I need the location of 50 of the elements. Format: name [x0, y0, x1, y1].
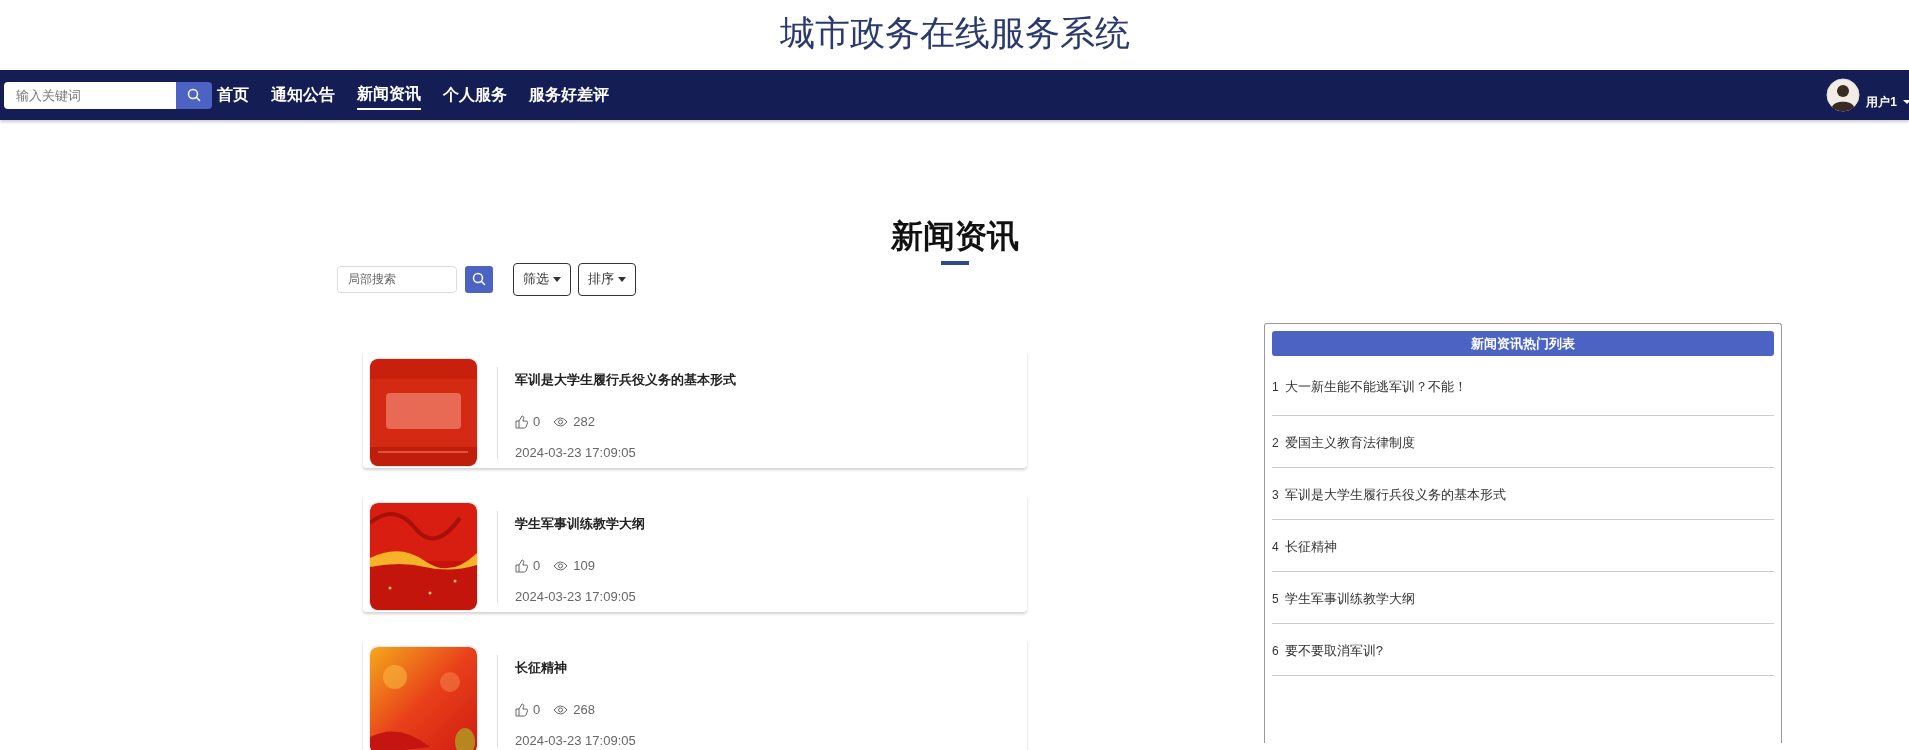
keyword-search-field[interactable]: 输入关键词	[4, 81, 176, 109]
eye-icon	[553, 560, 569, 571]
eye-icon	[553, 416, 569, 427]
hot-news-link[interactable]: 大一新生能不能逃军训？不能！	[1284, 377, 1467, 396]
nav-tab[interactable]: 服务好差评	[529, 80, 609, 110]
hot-news-link[interactable]: 学生军事训练教学大纲	[1284, 589, 1415, 608]
rank-number: 3	[1272, 487, 1279, 502]
news-date: 2024-03-23 17:09:05	[515, 733, 636, 748]
eye-icon	[553, 704, 569, 715]
rank-number: 2	[1272, 435, 1279, 450]
like-count: 0	[533, 702, 541, 717]
caret-icon	[553, 276, 561, 282]
nav-tab[interactable]: 新闻资讯	[357, 80, 421, 110]
dropdown-button[interactable]: 排序	[578, 262, 636, 296]
hot-news-link[interactable]: 长征精神	[1284, 537, 1337, 556]
nav-tab[interactable]: 个人服务	[443, 80, 507, 110]
like-count: 0	[533, 558, 541, 573]
nav-tab[interactable]: 首页	[217, 80, 249, 110]
page-heading: 新闻资讯	[890, 217, 1019, 256]
rank-number: 5	[1272, 591, 1279, 606]
hot-news-link[interactable]: 军训是大学生履行兵役义务的基本形式	[1284, 485, 1506, 504]
caret-icon	[618, 276, 626, 282]
news-date: 2024-03-23 17:09:05	[515, 589, 637, 604]
hot-news-link[interactable]: 爱国主义教育法律制度	[1284, 433, 1415, 452]
thumbs-up-icon[interactable]	[515, 702, 528, 717]
view-count: 109	[573, 558, 595, 573]
search-icon	[187, 88, 201, 102]
hot-news-link[interactable]: 要不要取消军训?	[1284, 641, 1383, 660]
user-name[interactable]: 用户1	[1866, 93, 1897, 111]
news-title[interactable]: 军训是大学生履行兵役义务的基本形式	[515, 371, 736, 389]
like-count: 0	[533, 414, 541, 429]
panel-header: 新闻资讯热门列表	[1272, 331, 1774, 356]
rank-number: 4	[1272, 539, 1279, 554]
caret-icon[interactable]	[1903, 99, 1909, 105]
search-button[interactable]	[176, 81, 212, 109]
rank-number: 6	[1272, 643, 1279, 658]
news-title[interactable]: 学生军事训练教学大纲	[515, 515, 645, 533]
thumbs-up-icon[interactable]	[515, 558, 528, 573]
search-icon	[472, 272, 486, 286]
view-count: 268	[573, 702, 595, 717]
news-date: 2024-03-23 17:09:05	[515, 445, 637, 460]
rank-number: 1	[1272, 379, 1279, 394]
view-count: 282	[573, 414, 595, 429]
thumbs-up-icon[interactable]	[515, 414, 528, 429]
nav-tab[interactable]: 通知公告	[271, 80, 335, 110]
dropdown-button[interactable]: 筛选	[513, 262, 571, 296]
local-search-field[interactable]: 局部搜索	[337, 265, 457, 293]
news-title[interactable]: 长征精神	[515, 659, 636, 677]
app-title: 城市政务在线服务系统	[779, 11, 1130, 54]
avatar-icon[interactable]	[1826, 78, 1861, 112]
